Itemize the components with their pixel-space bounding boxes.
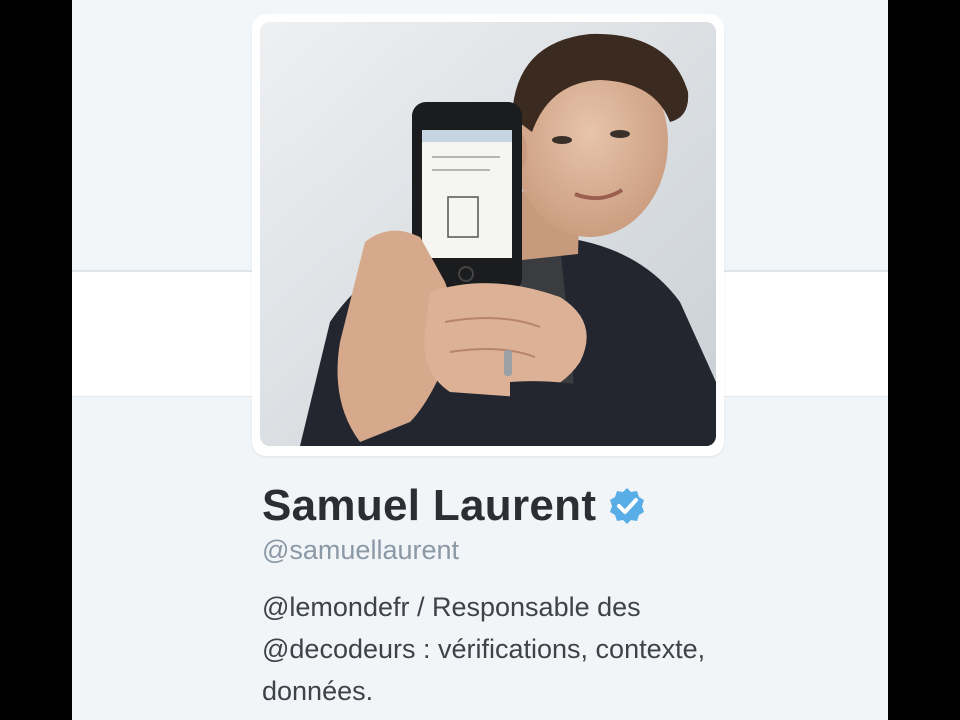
video-frame: Samuel Laurent @samuellaurent @lemondefr… [0,0,960,720]
profile-display-name[interactable]: Samuel Laurent [262,478,596,534]
profile-bio: @lemondefr / Responsable des @decodeurs … [262,586,842,712]
bio-line-1: @lemondefr / Responsable des [262,586,842,628]
profile-handle[interactable]: @samuellaurent [262,532,459,568]
verified-badge-icon [608,487,646,525]
mention-link-lemondefr[interactable]: @lemondefr [262,592,409,622]
bio-text-2: : vérifications, contexte, [415,634,706,664]
mention-link-decodeurs[interactable]: @decodeurs [262,634,416,664]
avatar-photo [260,22,716,446]
avatar-image [260,22,716,446]
bio-line-3: données. [262,676,374,706]
profile-card: Samuel Laurent @samuellaurent @lemondefr… [72,0,888,720]
bio-line-2: @decodeurs : vérifications, contexte, [262,628,842,670]
bio-text-1: / Responsable des [409,592,641,622]
profile-avatar[interactable] [252,14,724,456]
profile-name-row: Samuel Laurent [262,478,646,534]
